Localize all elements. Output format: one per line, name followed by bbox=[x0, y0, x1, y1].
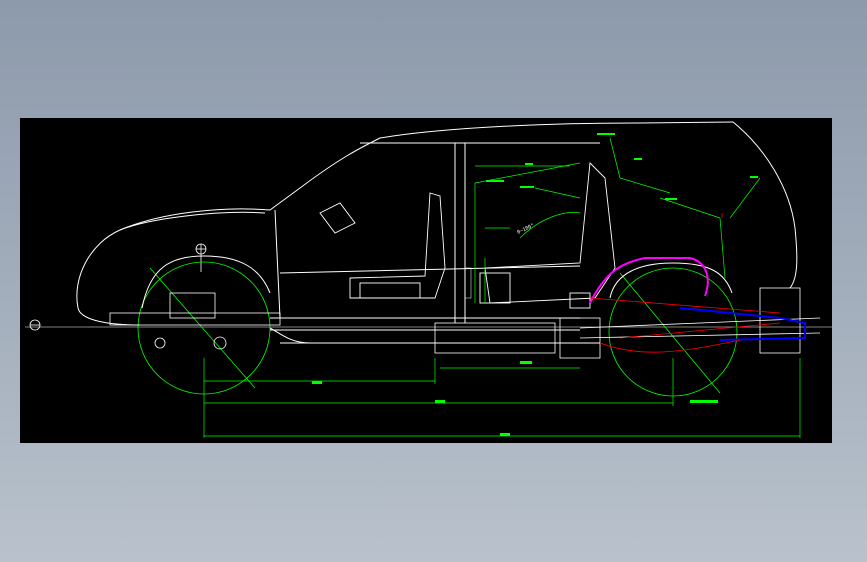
wheelbase-marker bbox=[195, 243, 207, 272]
front-seat bbox=[319, 192, 446, 299]
cad-viewport[interactable]: 0~180° bbox=[20, 118, 832, 443]
dimension-lines bbox=[203, 137, 801, 438]
seat-height-mark bbox=[464, 267, 472, 299]
roof-line bbox=[76, 121, 734, 309]
angle-label: 0~180° bbox=[516, 223, 535, 236]
front-bumper bbox=[77, 307, 141, 326]
hidden-detail-lines bbox=[589, 213, 781, 353]
rear-pillar bbox=[732, 121, 798, 289]
vehicle-layout-drawing: 0~180° bbox=[25, 121, 832, 438]
hood-line bbox=[119, 211, 266, 231]
wheel-outlines bbox=[137, 261, 738, 397]
rear-seat bbox=[479, 162, 616, 309]
dimension-labels bbox=[312, 133, 758, 436]
front-axle-marker bbox=[29, 319, 41, 331]
